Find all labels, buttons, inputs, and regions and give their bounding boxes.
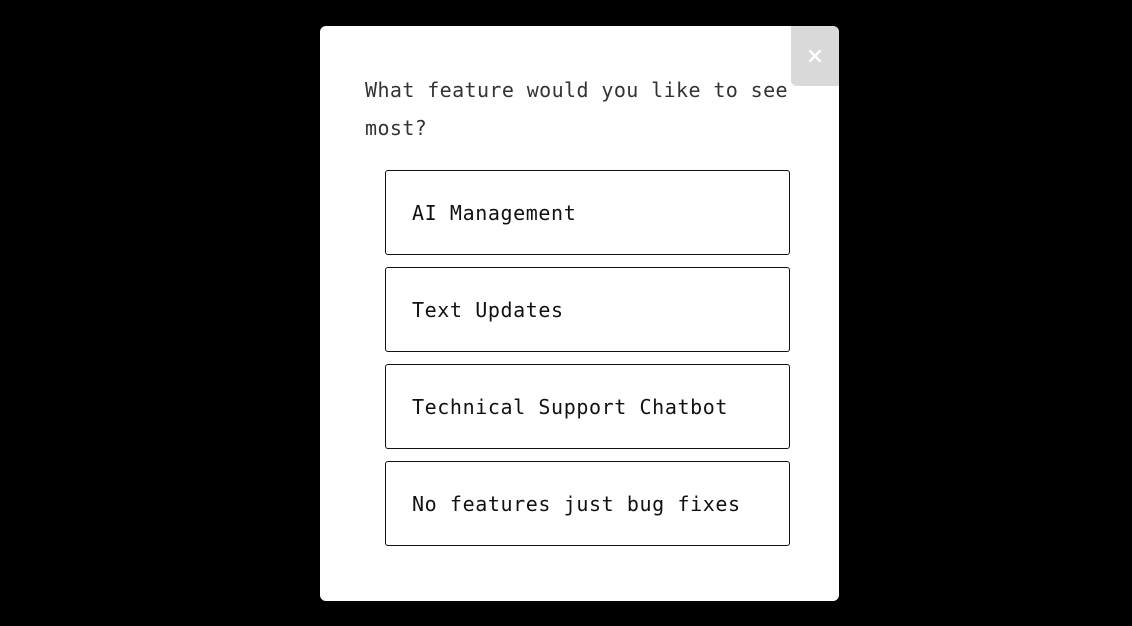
option-label: Technical Support Chatbot (412, 394, 729, 419)
survey-question: What feature would you like to see most? (365, 78, 788, 140)
option-bug-fixes[interactable]: No features just bug fixes (385, 461, 790, 546)
option-text-updates[interactable]: Text Updates (385, 267, 790, 352)
survey-modal: × What feature would you like to see mos… (320, 26, 839, 601)
option-label: AI Management (412, 200, 577, 225)
option-label: No features just bug fixes (412, 491, 741, 516)
close-icon: × (805, 43, 825, 69)
close-button[interactable]: × (791, 26, 839, 86)
option-technical-support-chatbot[interactable]: Technical Support Chatbot (385, 364, 790, 449)
survey-options: AI Management Text Updates Technical Sup… (385, 170, 790, 546)
option-ai-management[interactable]: AI Management (385, 170, 790, 255)
option-label: Text Updates (412, 297, 564, 322)
